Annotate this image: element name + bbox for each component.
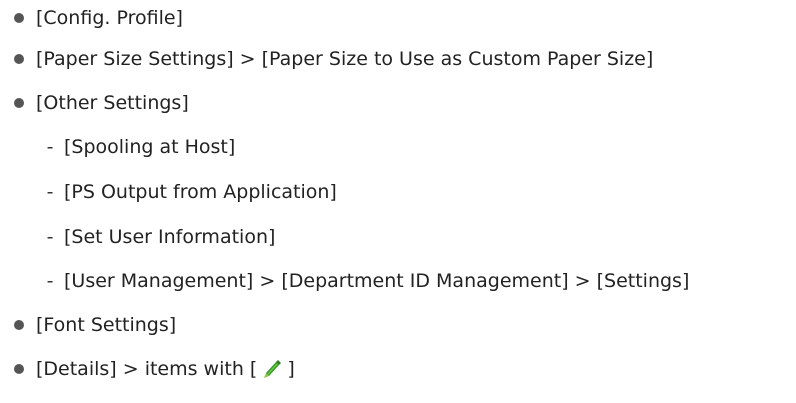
list-item-text: [Config. Profile] — [36, 7, 183, 29]
details-text-before: [Details] > items with [ — [36, 358, 258, 380]
list-item-text: [Font Settings] — [36, 314, 177, 336]
sub-list-item-text: [Set User Information] — [64, 226, 276, 248]
pencil-icon — [261, 358, 283, 389]
list-item-text: [Details] > items with [ ] — [36, 354, 295, 389]
sub-list-item-text: [User Management] > [Department ID Manag… — [64, 270, 690, 292]
bullet-icon — [14, 13, 24, 23]
settings-list: [Config. Profile] [Paper Size Settings] … — [0, 0, 796, 403]
bullet-icon — [14, 54, 24, 64]
bullet-icon — [14, 364, 24, 374]
bullet-icon — [14, 320, 24, 330]
bullet-icon — [14, 98, 24, 108]
sub-list-item-text: [Spooling at Host] — [64, 136, 236, 158]
dash-marker: - — [46, 270, 54, 292]
list-item-text: [Other Settings] — [36, 92, 189, 114]
list-item-text: [Paper Size Settings] > [Paper Size to U… — [36, 48, 654, 70]
dash-marker: - — [46, 136, 54, 158]
dash-marker: - — [46, 181, 54, 203]
details-text-after: ] — [287, 358, 295, 380]
sub-list-item-text: [PS Output from Application] — [64, 181, 337, 203]
dash-marker: - — [46, 226, 54, 248]
